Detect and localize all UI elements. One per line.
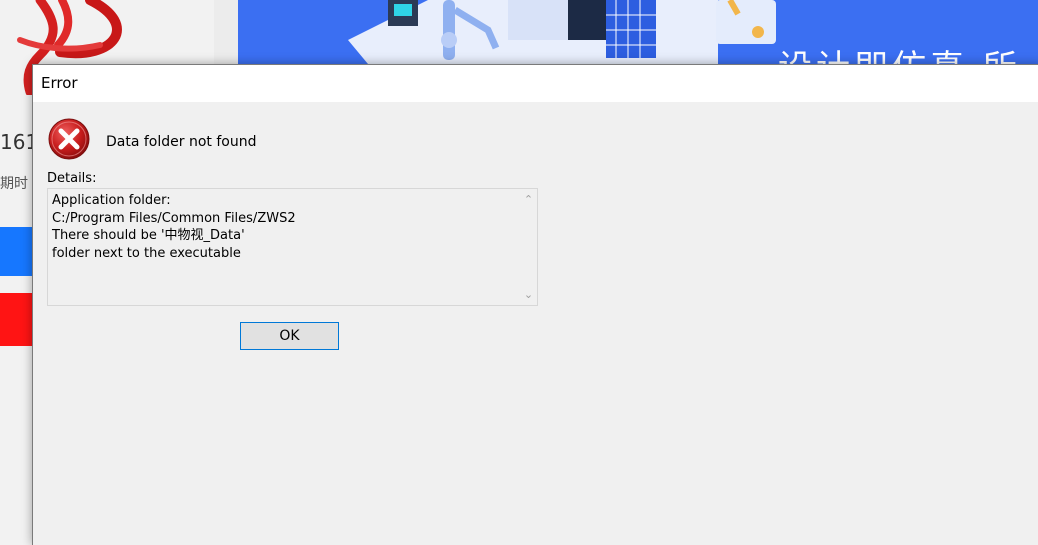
details-text: Application folder: C:/Program Files/Com…: [52, 192, 296, 263]
details-line: C:/Program Files/Common Files/ZWS2: [52, 210, 296, 226]
background-text-fragment: 期时: [0, 176, 28, 192]
dialog-titlebar[interactable]: Error: [33, 65, 1038, 102]
details-scrollbar[interactable]: ⌃ ⌄: [520, 189, 537, 305]
banner-text: 设计即仿真 所: [778, 40, 1021, 64]
background-blue-button[interactable]: [0, 227, 33, 276]
error-message: Data folder not found: [106, 134, 257, 150]
scroll-up-arrow-icon[interactable]: ⌃: [520, 191, 537, 208]
scroll-down-arrow-icon[interactable]: ⌄: [520, 286, 537, 303]
background-banner: 设计即仿真 所: [238, 0, 1038, 64]
details-line: folder next to the executable: [52, 246, 241, 262]
background-red-button[interactable]: [0, 293, 33, 346]
details-line: Application folder:: [52, 193, 171, 208]
details-label: Details:: [47, 171, 97, 186]
error-icon: [48, 118, 90, 160]
dialog-title: Error: [41, 74, 78, 92]
error-dialog: Error Data folder not found Details: App…: [32, 64, 1038, 545]
details-textbox[interactable]: Application folder: C:/Program Files/Com…: [47, 188, 538, 306]
ok-button[interactable]: OK: [240, 322, 339, 350]
details-line: There should be '中物视_Data': [52, 228, 245, 244]
